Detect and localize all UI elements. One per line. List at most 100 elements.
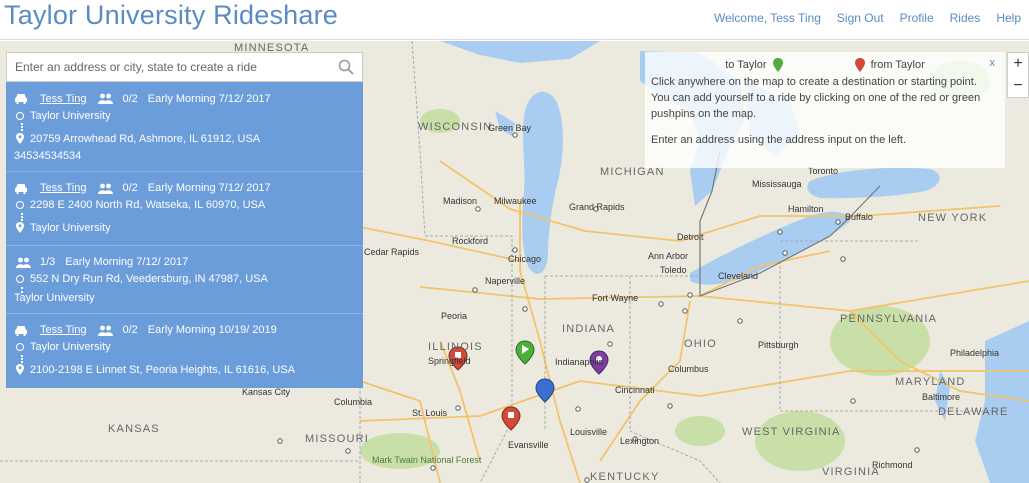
city-label: Cedar Rapids [364,247,420,257]
ride-destination: 2100-2198 E Linnet St, Peoria Heights, I… [30,363,295,376]
driver-link[interactable]: Tess Ting [40,93,86,105]
city-label: Springfield [428,356,471,366]
city-label: Cincinnati [615,385,655,395]
city-label: Baltimore [922,392,961,402]
ride-time: Early Morning 7/12/ 2017 [147,92,271,105]
city-label: Detroit [677,232,704,242]
brand-title[interactable]: Taylor University Rideshare [4,0,338,31]
city-label: Louisville [570,427,608,437]
city-label: Grand Rapids [569,202,625,212]
origin-icon [16,111,24,120]
passengers-icon [98,93,114,104]
ride-origin: Taylor University [30,109,111,122]
ride-time: Early Morning 10/19/ 2019 [147,324,277,336]
city-label: Columbia [334,397,373,407]
city-label: St. Louis [412,408,448,418]
nav-bar: Welcome, Tess Ting Sign Out Profile Ride… [714,11,1021,25]
city-label: Indianapolis [555,357,604,367]
car-icon [15,183,27,194]
driver-link[interactable]: Tess Ting [40,182,86,194]
from-taylor-label: from Taylor [870,59,925,71]
city-label: Ann Arbor [648,251,689,261]
car-icon [15,94,27,104]
ride-item[interactable]: 1/3 Early Morning 7/12/ 2017 552 N Dry R… [6,246,363,314]
top-bar: Taylor University Rideshare Welcome, Tes… [0,0,1029,40]
city-label: Toledo [660,265,687,275]
car-icon [15,325,27,336]
address-search-input[interactable] [7,53,327,81]
address-search [6,52,363,82]
ride-origin: 2298 E 2400 North Rd, Watseka, IL 60970,… [30,198,266,211]
city-label: Richmond [872,460,913,470]
state-label: KENTUCKY [590,471,660,483]
green-pin-icon [772,58,783,72]
city-label: Green Bay [488,123,532,133]
state-label: WISCONSIN [418,121,493,133]
passengers-icon [98,183,114,194]
ride-time: Early Morning 7/12/ 2017 [147,182,271,194]
city-label: Chicago [508,254,542,264]
search-icon[interactable] [338,59,354,75]
ride-destination: 20759 Arrowhead Rd, Ashmore, IL 61912, U… [30,132,261,145]
destination-pin-icon [16,133,24,144]
ride-time: Early Morning 7/12/ 2017 [65,256,189,268]
ride-item[interactable]: Tess Ting 0/2 Early Morning 10/19/ 2019 … [6,314,363,386]
city-label: Pittsburgh [758,340,799,350]
state-label: MISSOURI [305,433,369,445]
origin-icon [16,200,24,209]
destination-pin-icon [16,364,24,375]
state-label: ILLINOIS [428,341,483,353]
city-label: Peoria [441,311,468,321]
ride-origin: Taylor University [30,340,111,353]
close-info-button[interactable]: x [990,57,996,69]
city-label: Mark Twain National Forest [372,455,482,465]
zoom-in-button[interactable]: + [1008,53,1028,75]
info-line: Click anywhere on the map to create a de… [651,76,977,88]
city-label: Madison [443,196,478,206]
seats-count: 0/2 [122,182,138,194]
city-label: Philadelphia [950,348,1000,358]
rides-link[interactable]: Rides [950,11,981,25]
origin-icon [16,342,24,351]
welcome-link[interactable]: Welcome, Tess Ting [714,11,821,25]
city-label: Evansville [508,440,549,450]
city-label: Naperville [485,276,526,286]
driver-link[interactable]: Tess Ting [40,324,86,336]
ride-item[interactable]: Tess Ting 0/2 Early Morning 7/12/ 2017 2… [6,172,363,246]
info-line: You can add yourself to a ride by clicki… [651,92,981,120]
passengers-icon [16,257,31,268]
ride-destination: Taylor University [30,221,111,234]
state-label: DELAWARE [938,406,1009,418]
state-label: MARYLAND [895,376,966,388]
red-pin-icon [854,58,865,72]
sign-out-link[interactable]: Sign Out [837,11,884,25]
city-label: Fort Wayne [592,293,639,303]
ride-note: 34534534534 [14,149,82,162]
city-label: Lexington [620,436,660,446]
state-label: OHIO [684,338,717,350]
ride-item[interactable]: Tess Ting 0/2 Early Morning 7/12/ 2017 T… [6,82,363,172]
city-label: Cleveland [718,271,759,281]
to-taylor-label: to Taylor [725,59,767,71]
zoom-out-button[interactable]: − [1008,75,1028,97]
pin-legend: to Taylor from Taylor [651,56,999,74]
city-label: Columbus [668,364,709,374]
state-label: KANSAS [108,423,160,435]
state-label: WEST VIRGINIA [742,426,841,438]
info-line: Enter an address using the address input… [651,134,906,146]
help-link[interactable]: Help [996,11,1021,25]
city-label: Hamilton [788,204,824,214]
ride-destination: Taylor University [14,291,95,304]
state-label: NEW YORK [918,212,988,224]
ride-origin: 552 N Dry Run Rd, Veedersburg, IN 47987,… [30,272,268,285]
state-label: PENNSYLVANIA [840,313,938,325]
city-label: Mississauga [752,179,802,189]
zoom-control: + − [1007,52,1029,98]
city-label: Rockford [452,236,489,246]
origin-icon [16,274,24,283]
city-label: Buffalo [845,212,873,222]
profile-link[interactable]: Profile [900,11,934,25]
seats-count: 0/2 [122,324,138,336]
city-label: Kansas City [242,387,291,397]
seats-count: 1/3 [40,256,56,268]
